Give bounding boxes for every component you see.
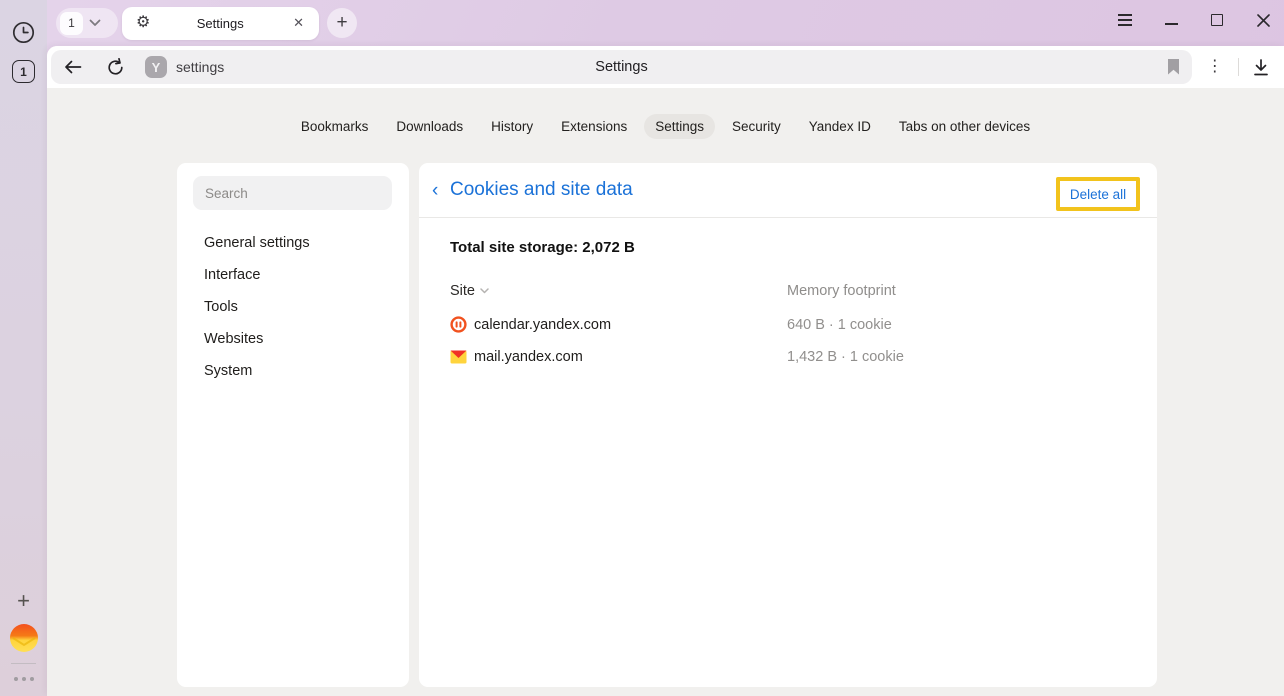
nav-tab-settings[interactable]: Settings	[644, 114, 715, 139]
search-input[interactable]	[193, 176, 392, 210]
new-tab-button[interactable]: +	[327, 8, 357, 38]
sidebar-item-general-settings[interactable]: General settings	[204, 227, 310, 259]
settings-page: Bookmarks Downloads History Extensions S…	[47, 88, 1284, 696]
chevron-down-icon	[89, 19, 101, 27]
cookies-panel: ‹ Cookies and site data Delete all Total…	[419, 163, 1157, 687]
yandex-calendar-icon	[450, 316, 467, 333]
sidebar-item-system[interactable]: System	[204, 355, 310, 387]
rail-add-icon[interactable]: +	[0, 588, 47, 614]
toolbar: Y settings Settings ⋮	[47, 46, 1284, 88]
toolbar-divider	[1238, 58, 1239, 76]
toolbar-actions: ⋮	[1192, 46, 1284, 88]
site-column-header[interactable]: Site	[450, 283, 489, 299]
cookies-header: ‹ Cookies and site data Delete all	[419, 163, 1157, 218]
left-rail: 1 +	[0, 0, 47, 696]
close-icon[interactable]	[1254, 11, 1272, 29]
history-clock-icon[interactable]	[0, 20, 47, 44]
nav-tab-downloads[interactable]: Downloads	[385, 114, 474, 139]
delete-all-highlight: Delete all	[1056, 177, 1140, 211]
tab-strip: 1 ⚙ Settings ✕ +	[56, 0, 357, 46]
memory-column-header: Memory footprint	[787, 283, 896, 299]
sidebar-item-tools[interactable]: Tools	[204, 291, 310, 323]
yandex-mail-avatar-icon[interactable]	[0, 624, 47, 652]
nav-tab-security[interactable]: Security	[721, 114, 792, 139]
nav-tab-history[interactable]: History	[480, 114, 544, 139]
table-row-memory: 640 B · 1 cookie	[787, 317, 892, 333]
site-column-label: Site	[450, 283, 475, 299]
gear-icon: ⚙	[136, 15, 150, 31]
bookmark-icon[interactable]	[1167, 59, 1180, 80]
browser-menu-icon[interactable]	[1116, 11, 1134, 29]
back-chevron-icon[interactable]: ‹	[432, 180, 438, 202]
tab-close-icon[interactable]: ✕	[290, 13, 307, 33]
browser-tab-settings[interactable]: ⚙ Settings ✕	[122, 7, 319, 40]
maximize-icon[interactable]	[1208, 11, 1226, 29]
nav-tab-yandex-id[interactable]: Yandex ID	[798, 114, 882, 139]
table-row-memory: 1,432 B · 1 cookie	[787, 349, 904, 365]
window-controls	[1116, 0, 1272, 40]
nav-tab-other-devices[interactable]: Tabs on other devices	[888, 114, 1041, 139]
delete-all-button[interactable]: Delete all	[1070, 187, 1126, 202]
sidebar-menu: General settings Interface Tools Website…	[204, 227, 310, 387]
yandex-mail-icon	[450, 348, 467, 365]
browser-window: Y settings Settings ⋮ Bookmarks Download…	[47, 46, 1284, 696]
rail-divider	[11, 663, 36, 664]
tab-title: Settings	[150, 16, 290, 31]
total-site-storage: Total site storage: 2,072 B	[450, 239, 635, 256]
sidebar-item-interface[interactable]: Interface	[204, 259, 310, 291]
tab-counter-badge[interactable]: 1	[12, 60, 35, 83]
settings-nav-tabs: Bookmarks Downloads History Extensions S…	[47, 112, 1284, 140]
sidebar-item-websites[interactable]: Websites	[204, 323, 310, 355]
table-row-site[interactable]: mail.yandex.com	[474, 349, 583, 365]
minimize-icon[interactable]	[1162, 11, 1180, 29]
page-title: Cookies and site data	[450, 179, 633, 201]
more-options-icon[interactable]: ⋮	[1207, 59, 1223, 75]
site-favicon-icon: Y	[145, 56, 167, 78]
tab-group-count: 1	[60, 12, 83, 35]
settings-sidebar: General settings Interface Tools Website…	[177, 163, 409, 687]
address-bar[interactable]: Y settings Settings	[51, 50, 1192, 84]
tab-group-selector[interactable]: 1	[56, 8, 118, 38]
url-text[interactable]: settings	[176, 59, 224, 75]
sort-chevron-icon	[480, 288, 489, 294]
table-row-site[interactable]: calendar.yandex.com	[474, 317, 611, 333]
reload-icon[interactable]	[103, 55, 127, 79]
back-icon[interactable]	[61, 55, 85, 79]
nav-tab-extensions[interactable]: Extensions	[550, 114, 638, 139]
downloads-icon[interactable]	[1253, 59, 1269, 76]
nav-tab-bookmarks[interactable]: Bookmarks	[290, 114, 380, 139]
rail-more-icon[interactable]	[0, 672, 47, 686]
